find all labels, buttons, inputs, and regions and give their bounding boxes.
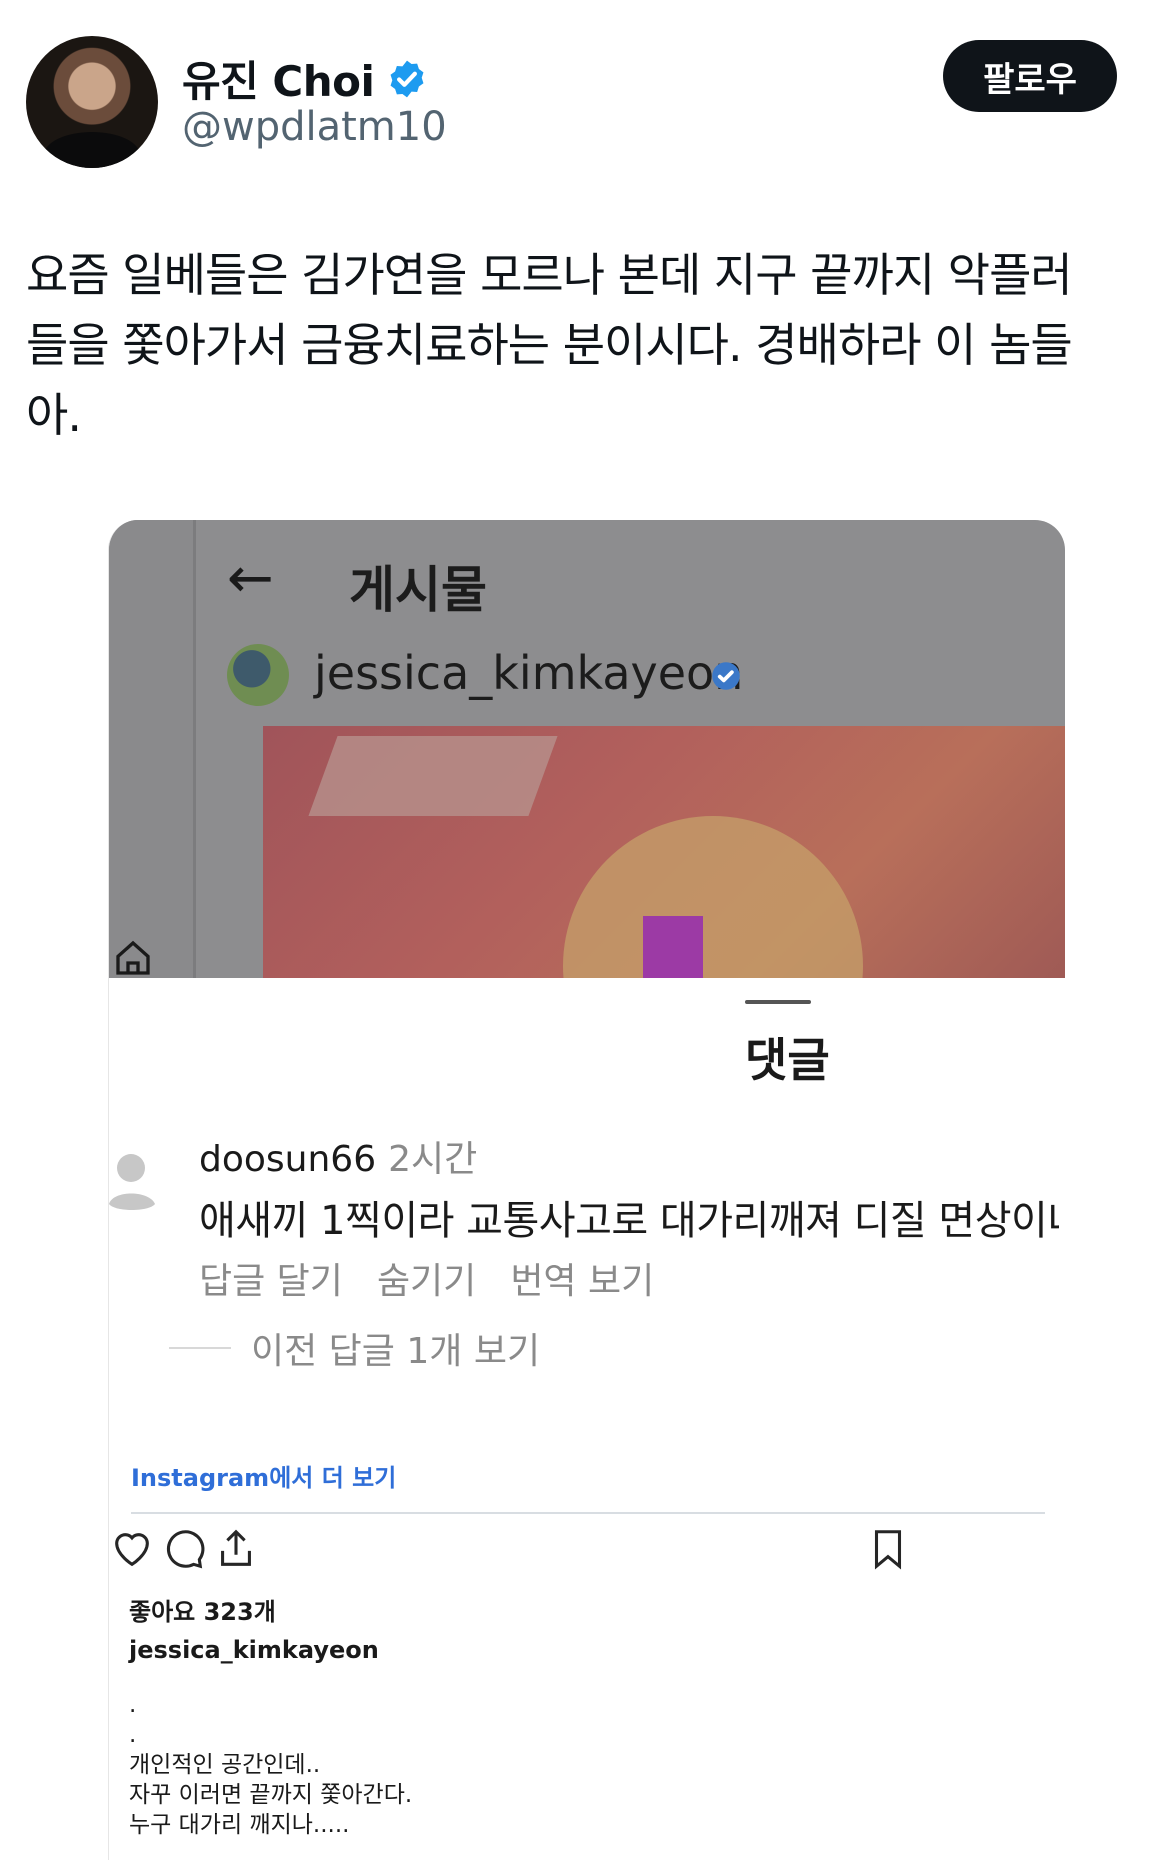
- comment-header: doosun66 2시간: [199, 1130, 477, 1182]
- follow-button[interactable]: 팔로우: [943, 40, 1117, 112]
- post-header-title: 게시물: [349, 561, 487, 619]
- comments-sheet: 댓글 doosun66 2시간 애새끼 1찍이라 교통사고로 대가리깨져 디질 면…: [109, 978, 1065, 1398]
- caption-username[interactable]: jessica_kimkayeon: [129, 1636, 379, 1664]
- bookmark-icon[interactable]: [865, 1526, 911, 1572]
- comment-username: doosun66: [199, 1139, 377, 1180]
- instagram-more-link[interactable]: Instagram에서 더 보기: [131, 1458, 396, 1493]
- instagram-avatar: [227, 644, 289, 706]
- post-photo: [263, 726, 1065, 978]
- comment-icon[interactable]: [161, 1526, 207, 1572]
- instagram-post-header: ← 게시물 jessica_kimkayeon: [109, 520, 1065, 978]
- comment-actions: 답글 달기 숨기기 번역 보기: [199, 1252, 654, 1304]
- likes-count: 좋아요 323개: [129, 1598, 276, 1626]
- reply-action: 답글 달기: [199, 1261, 343, 1302]
- side-nav-bar: [109, 520, 196, 978]
- profile-avatar[interactable]: [26, 36, 158, 168]
- commenter-avatar-icon: [109, 1154, 155, 1210]
- display-name[interactable]: 유진 Choi: [182, 48, 375, 109]
- comment-text: 애새끼 1찍이라 교통사고로 대가리깨져 디질 면상이네: [199, 1198, 1059, 1244]
- comment-time: 2시간: [388, 1139, 478, 1180]
- hide-action: 숨기기: [376, 1261, 477, 1302]
- view-replies-label: 이전 답글 1개 보기: [251, 1331, 541, 1372]
- tweet-text: 요즘 일베들은 김가연을 모르나 본데 지구 끝까지 악플러 들을 쫓아가서 금…: [26, 248, 1073, 442]
- caption-text: . . 개인적인 공간인데.. 자꾸 이러면 끝까지 쫓아간다. 누구 대가리 …: [129, 1692, 413, 1838]
- author-name-row[interactable]: 유진 Choi: [182, 48, 428, 109]
- divider: [131, 1512, 1045, 1514]
- verified-badge-icon: [390, 60, 424, 97]
- sheet-drag-handle: [745, 1000, 811, 1004]
- heart-icon[interactable]: [109, 1526, 155, 1572]
- view-replies: 이전 답글 1개 보기: [169, 1322, 540, 1374]
- share-icon[interactable]: [213, 1526, 259, 1572]
- instagram-verified-icon: [712, 662, 740, 690]
- author-handle[interactable]: @wpdlatm10: [182, 104, 447, 150]
- comments-title: 댓글: [745, 1033, 830, 1087]
- home-icon: [116, 940, 150, 975]
- back-arrow-icon: ←: [227, 546, 274, 611]
- translate-action: 번역 보기: [510, 1261, 655, 1302]
- embedded-screenshot[interactable]: ← 게시물 jessica_kimkayeon 댓글 doosun66 2시간 애…: [108, 520, 1065, 1860]
- instagram-username: jessica_kimkayeon: [314, 646, 744, 700]
